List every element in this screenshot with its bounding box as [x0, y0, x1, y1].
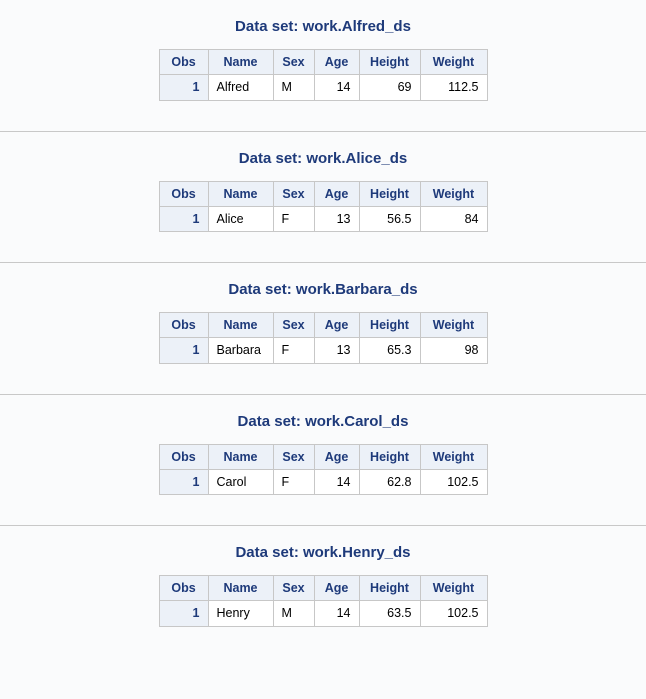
cell-name: Alfred [208, 75, 273, 100]
col-header-obs: Obs [159, 444, 208, 469]
col-header-height: Height [359, 576, 420, 601]
col-header-name: Name [208, 50, 273, 75]
table-header-row: Obs Name Sex Age Height Weight [159, 181, 487, 206]
dataset-title: Data set: work.Barbara_ds [0, 281, 646, 298]
col-header-obs: Obs [159, 576, 208, 601]
cell-sex: F [273, 469, 314, 494]
col-header-sex: Sex [273, 576, 314, 601]
cell-sex: M [273, 75, 314, 100]
cell-name: Henry [208, 601, 273, 626]
dataset-title: Data set: work.Alice_ds [0, 150, 646, 167]
col-header-weight: Weight [420, 50, 487, 75]
report-page: Data set: work.Alfred_ds Obs Name Sex Ag… [0, 0, 646, 657]
cell-height: 65.3 [359, 338, 420, 363]
col-header-name: Name [208, 444, 273, 469]
col-header-obs: Obs [159, 313, 208, 338]
dataset-table: Obs Name Sex Age Height Weight 1 Barbara… [159, 312, 488, 364]
cell-obs: 1 [159, 206, 208, 231]
cell-obs: 1 [159, 469, 208, 494]
dataset-table: Obs Name Sex Age Height Weight 1 Henry M… [159, 575, 488, 627]
cell-age: 13 [314, 338, 359, 363]
col-header-weight: Weight [420, 313, 487, 338]
cell-obs: 1 [159, 338, 208, 363]
dataset-section: Data set: work.Barbara_ds Obs Name Sex A… [0, 262, 646, 394]
cell-weight: 112.5 [420, 75, 487, 100]
col-header-height: Height [359, 50, 420, 75]
col-header-age: Age [314, 181, 359, 206]
cell-sex: F [273, 338, 314, 363]
col-header-sex: Sex [273, 181, 314, 206]
col-header-sex: Sex [273, 50, 314, 75]
cell-height: 69 [359, 75, 420, 100]
cell-height: 63.5 [359, 601, 420, 626]
table-header-row: Obs Name Sex Age Height Weight [159, 50, 487, 75]
col-header-age: Age [314, 313, 359, 338]
col-header-sex: Sex [273, 444, 314, 469]
cell-height: 62.8 [359, 469, 420, 494]
cell-weight: 84 [420, 206, 487, 231]
cell-sex: F [273, 206, 314, 231]
cell-name: Alice [208, 206, 273, 231]
cell-weight: 102.5 [420, 601, 487, 626]
cell-age: 14 [314, 469, 359, 494]
col-header-sex: Sex [273, 313, 314, 338]
cell-height: 56.5 [359, 206, 420, 231]
table-row: 1 Henry M 14 63.5 102.5 [159, 601, 487, 626]
col-header-obs: Obs [159, 50, 208, 75]
dataset-table: Obs Name Sex Age Height Weight 1 Alice F… [159, 181, 488, 233]
col-header-height: Height [359, 313, 420, 338]
dataset-title: Data set: work.Alfred_ds [0, 18, 646, 35]
cell-obs: 1 [159, 75, 208, 100]
cell-age: 14 [314, 75, 359, 100]
col-header-name: Name [208, 313, 273, 338]
col-header-height: Height [359, 181, 420, 206]
dataset-section: Data set: work.Alfred_ds Obs Name Sex Ag… [0, 0, 646, 131]
col-header-weight: Weight [420, 444, 487, 469]
cell-weight: 102.5 [420, 469, 487, 494]
col-header-name: Name [208, 181, 273, 206]
col-header-age: Age [314, 576, 359, 601]
table-header-row: Obs Name Sex Age Height Weight [159, 576, 487, 601]
cell-age: 14 [314, 601, 359, 626]
dataset-title: Data set: work.Carol_ds [0, 413, 646, 430]
cell-sex: M [273, 601, 314, 626]
cell-obs: 1 [159, 601, 208, 626]
cell-weight: 98 [420, 338, 487, 363]
table-row: 1 Barbara F 13 65.3 98 [159, 338, 487, 363]
col-header-height: Height [359, 444, 420, 469]
dataset-section: Data set: work.Alice_ds Obs Name Sex Age… [0, 131, 646, 263]
dataset-table: Obs Name Sex Age Height Weight 1 Carol F… [159, 444, 488, 496]
cell-name: Barbara [208, 338, 273, 363]
table-row: 1 Carol F 14 62.8 102.5 [159, 469, 487, 494]
table-row: 1 Alfred M 14 69 112.5 [159, 75, 487, 100]
col-header-age: Age [314, 50, 359, 75]
table-header-row: Obs Name Sex Age Height Weight [159, 444, 487, 469]
dataset-title: Data set: work.Henry_ds [0, 544, 646, 561]
col-header-weight: Weight [420, 576, 487, 601]
cell-age: 13 [314, 206, 359, 231]
dataset-section: Data set: work.Carol_ds Obs Name Sex Age… [0, 394, 646, 526]
col-header-name: Name [208, 576, 273, 601]
dataset-section: Data set: work.Henry_ds Obs Name Sex Age… [0, 525, 646, 657]
col-header-obs: Obs [159, 181, 208, 206]
col-header-age: Age [314, 444, 359, 469]
dataset-table: Obs Name Sex Age Height Weight 1 Alfred … [159, 49, 488, 101]
cell-name: Carol [208, 469, 273, 494]
col-header-weight: Weight [420, 181, 487, 206]
table-header-row: Obs Name Sex Age Height Weight [159, 313, 487, 338]
table-row: 1 Alice F 13 56.5 84 [159, 206, 487, 231]
